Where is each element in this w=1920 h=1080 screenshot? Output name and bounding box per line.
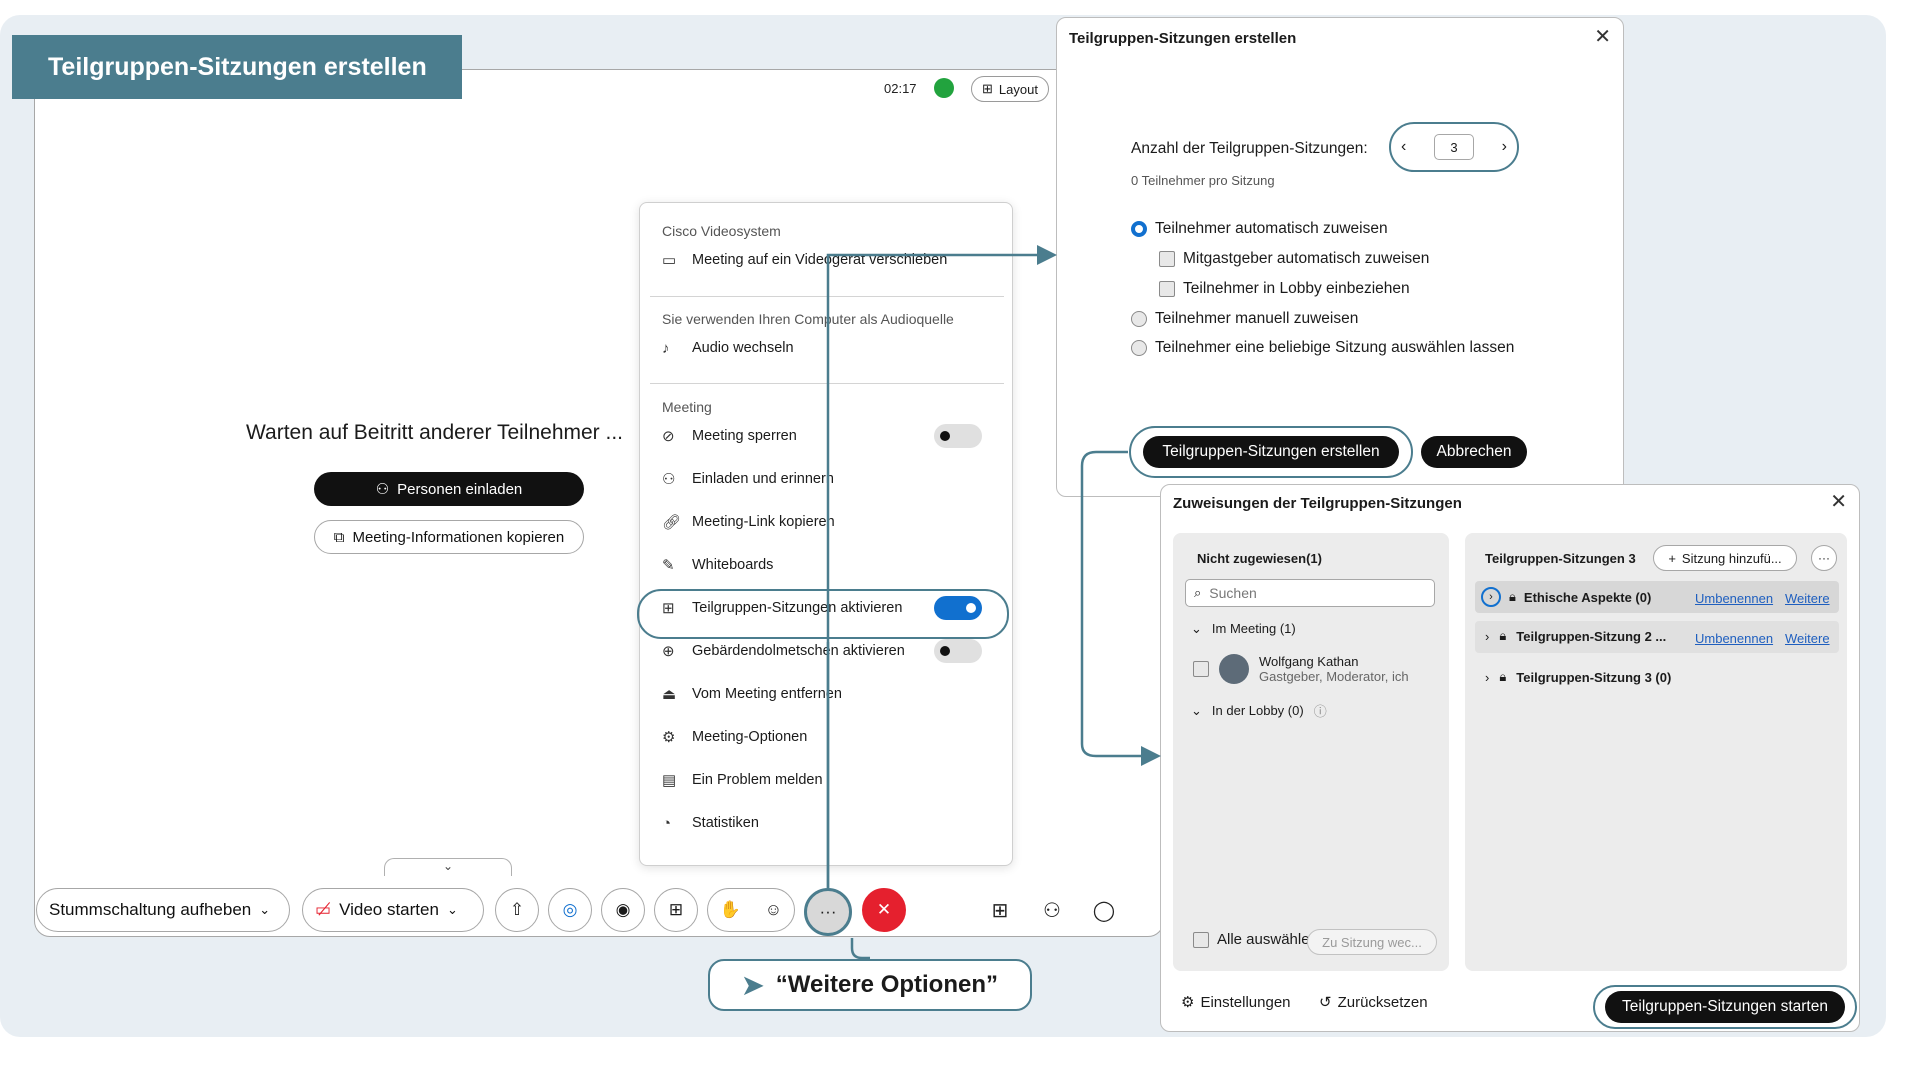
connector-line bbox=[850, 938, 870, 960]
connector-line bbox=[1080, 450, 1161, 766]
connector-line bbox=[826, 245, 1057, 888]
more-options-annotation: ➤ “Weitere Optionen” bbox=[708, 959, 1032, 1011]
cursor-arrow-icon: ➤ bbox=[741, 969, 764, 1000]
title-banner: Teilgruppen-Sitzungen erstellen bbox=[12, 35, 462, 99]
annotation-connectors bbox=[826, 245, 1161, 960]
